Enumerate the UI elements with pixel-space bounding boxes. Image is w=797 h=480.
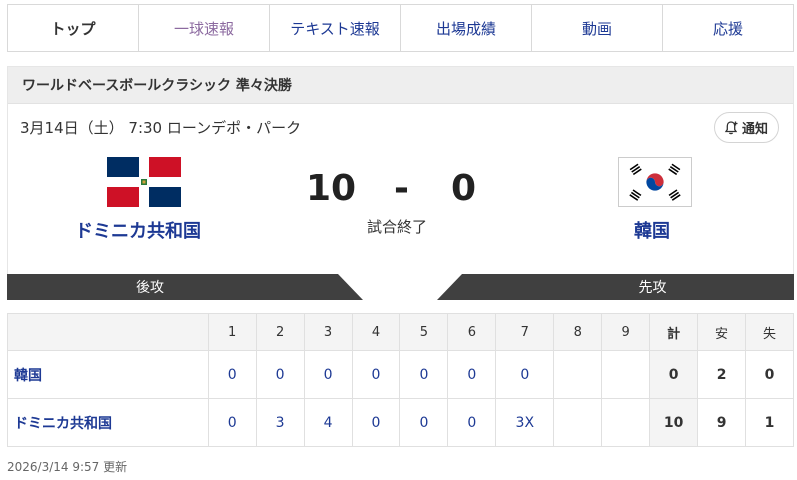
- scoreboard-table: 1 2 3 4 5 6 7 8 9 計 安 失 韓国 0 0 0 0 0 0 0…: [7, 313, 794, 447]
- tab-cheer[interactable]: 応援: [662, 5, 793, 51]
- header-errors: 失: [745, 313, 794, 351]
- header-inning: 5: [399, 313, 449, 351]
- inning-score[interactable]: 0: [447, 350, 497, 399]
- home-team-link[interactable]: ドミニカ共和国: [75, 217, 201, 243]
- table-row: 韓国 0 0 0 0 0 0 0 0 2 0: [7, 350, 794, 399]
- total-hits: 9: [697, 398, 747, 447]
- inning-score[interactable]: 0: [255, 350, 305, 399]
- scoreboard-header-row: 1 2 3 4 5 6 7 8 9 計 安 失: [7, 313, 794, 351]
- header-inning: 1: [207, 313, 257, 351]
- inning-score[interactable]: 0: [351, 398, 401, 447]
- total-runs: 0: [649, 350, 699, 399]
- table-row: ドミニカ共和国 0 3 4 0 0 0 3X 10 9 1: [7, 398, 794, 447]
- inning-score: [601, 350, 651, 399]
- inning-score[interactable]: 0: [495, 350, 555, 399]
- header-runs: 計: [649, 313, 699, 351]
- home-score: 10: [306, 168, 357, 209]
- total-errors: 1: [745, 398, 794, 447]
- tab-text-live[interactable]: テキスト速報: [269, 5, 400, 51]
- tab-pitch-by-pitch[interactable]: 一球速報: [138, 5, 269, 51]
- inning-score: [553, 350, 603, 399]
- tab-video[interactable]: 動画: [531, 5, 662, 51]
- header-inning: 4: [351, 313, 401, 351]
- header-inning: 2: [255, 313, 305, 351]
- inning-score[interactable]: 0: [303, 350, 353, 399]
- header-team-cell: [7, 313, 209, 351]
- bell-add-icon: [724, 120, 738, 134]
- inning-score[interactable]: 4: [303, 398, 353, 447]
- header-hits: 安: [697, 313, 747, 351]
- game-tabs: トップ 一球速報 テキスト速報 出場成績 動画 応援: [7, 4, 794, 52]
- inning-score: [553, 398, 603, 447]
- away-score: 0: [451, 168, 477, 209]
- away-side-bar: 先攻: [437, 274, 794, 300]
- inning-score[interactable]: 0: [207, 350, 257, 399]
- inning-score[interactable]: 0: [399, 350, 449, 399]
- inning-score[interactable]: 0: [351, 350, 401, 399]
- inning-score: [601, 398, 651, 447]
- inning-score[interactable]: 0: [447, 398, 497, 447]
- total-runs: 10: [649, 398, 699, 447]
- score-dash: -: [394, 168, 409, 209]
- south-korea-flag-icon: [618, 157, 692, 207]
- inning-score[interactable]: 0: [399, 398, 449, 447]
- inning-score[interactable]: 3: [255, 398, 305, 447]
- header-inning: 8: [553, 313, 603, 351]
- inning-score[interactable]: 3X: [495, 398, 555, 447]
- home-side-label: 後攻: [136, 280, 164, 296]
- away-side-label: 先攻: [638, 280, 667, 296]
- header-inning: 3: [303, 313, 353, 351]
- last-updated: 2026/3/14 9:57 更新: [7, 460, 128, 474]
- tab-player-stats[interactable]: 出場成績: [400, 5, 531, 51]
- game-status: 試合終了: [367, 218, 428, 236]
- away-team-link[interactable]: 韓国: [634, 217, 670, 243]
- row-team-link[interactable]: ドミニカ共和国: [7, 398, 209, 447]
- tournament-title: ワールドベースボールクラシック 準々決勝: [8, 67, 793, 104]
- row-team-link[interactable]: 韓国: [7, 350, 209, 399]
- header-inning: 6: [447, 313, 497, 351]
- inning-score[interactable]: 0: [207, 398, 257, 447]
- total-errors: 0: [745, 350, 794, 399]
- total-hits: 2: [697, 350, 747, 399]
- dominican-republic-flag-icon: [107, 157, 181, 207]
- notify-label: 通知: [741, 122, 768, 137]
- home-side-bar: 後攻: [7, 274, 363, 300]
- notify-button[interactable]: 通知: [713, 112, 779, 143]
- header-inning: 9: [601, 313, 651, 351]
- header-inning: 7: [495, 313, 555, 351]
- game-dateline: 3月14日（土） 7:30 ローンデポ・パーク: [20, 119, 302, 137]
- tab-top[interactable]: トップ: [8, 5, 138, 51]
